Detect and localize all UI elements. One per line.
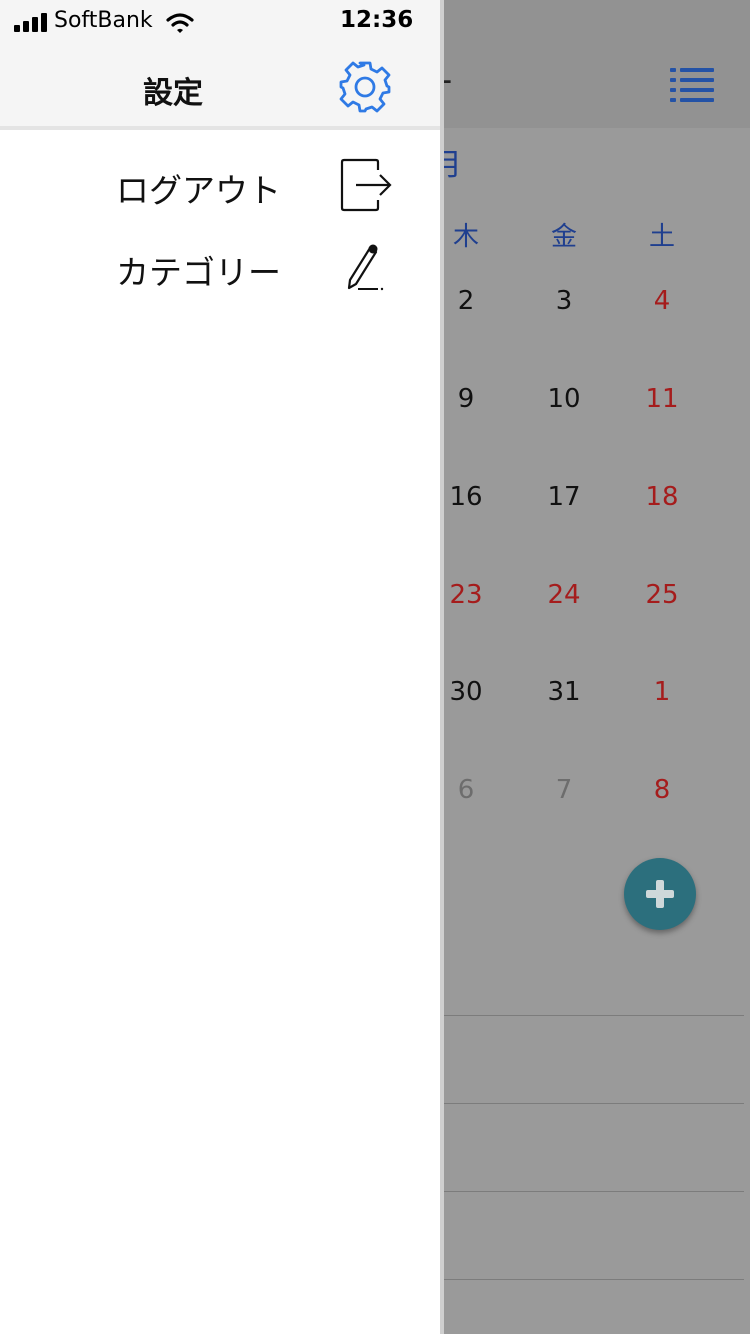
pencil-icon — [347, 244, 384, 291]
cellular-signal-icon — [14, 12, 48, 32]
calendar-day[interactable]: 18 — [627, 482, 697, 512]
calendar-day[interactable]: 7 — [529, 775, 599, 805]
menu-item-label: ログアウト — [116, 171, 281, 210]
wifi-icon — [166, 13, 194, 33]
menu-item-category[interactable]: カテゴリー — [0, 228, 440, 308]
calendar-day[interactable]: 25 — [627, 580, 697, 610]
weekday-saturday: 土 — [648, 222, 675, 252]
calendar-day[interactable]: 1 — [627, 677, 697, 707]
calendar-day[interactable]: 10 — [529, 384, 599, 414]
add-event-button[interactable] — [624, 858, 696, 930]
calendar-day[interactable]: 3 — [529, 286, 599, 316]
calendar-day[interactable]: 17 — [529, 482, 599, 512]
list-icon[interactable] — [668, 64, 716, 104]
calendar-day[interactable]: 11 — [627, 384, 697, 414]
drawer-edge — [440, 0, 444, 1334]
list-divider — [440, 1103, 744, 1104]
status-bar: SoftBank 12:36 — [0, 0, 440, 44]
status-time: 12:36 — [340, 7, 414, 33]
weekday-friday: 金 — [550, 222, 577, 252]
logout-icon — [340, 158, 392, 212]
drawer-title: 設定 — [143, 76, 203, 111]
plus-icon — [646, 880, 674, 908]
list-divider — [440, 1015, 744, 1016]
calendar-day[interactable]: 4 — [627, 286, 697, 316]
calendar-day[interactable]: 8 — [627, 775, 697, 805]
weekday-thursday: 木 — [452, 222, 479, 252]
gear-icon[interactable] — [336, 58, 394, 116]
list-divider — [440, 1191, 744, 1192]
settings-drawer: SoftBank 12:36 設定 ログアウト カテゴリー — [0, 0, 440, 1334]
calendar-day[interactable]: 31 — [529, 677, 599, 707]
list-divider — [440, 1279, 744, 1280]
menu-item-logout[interactable]: ログアウト — [0, 146, 440, 226]
carrier-name: SoftBank — [54, 8, 153, 33]
menu-item-label: カテゴリー — [116, 253, 281, 292]
drawer-header: 設定 — [0, 44, 440, 130]
screen: - 月 木 金 土 2 3 4 9 10 11 16 17 18 23 24 2… — [0, 0, 750, 1334]
calendar-day[interactable]: 24 — [529, 580, 599, 610]
